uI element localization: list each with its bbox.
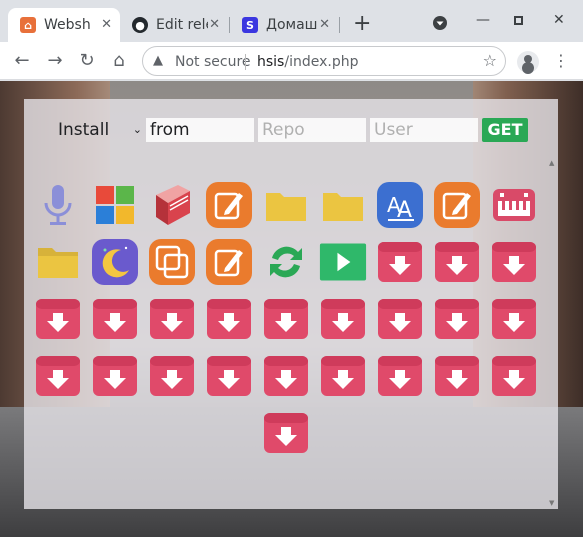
scroll-down-icon[interactable]: ▼ [549,499,554,507]
translate-app-icon[interactable]: AA [376,181,424,229]
download-app-icon[interactable] [91,295,139,343]
app-panel: Install ⌄ from Repo User GET AA ▲ ▼ [24,99,558,509]
microphone-app-icon[interactable] [34,181,82,229]
reload-icon[interactable]: ↻ [77,51,97,71]
s-favicon-icon: S [242,17,258,33]
night-mode-app-icon[interactable] [91,238,139,286]
chevron-down-icon: ⌄ [132,123,142,136]
download-app-icon[interactable] [205,295,253,343]
action-select[interactable]: Install ⌄ [54,118,146,142]
scroll-up-icon[interactable]: ▲ [549,159,554,167]
action-select-value: Install [58,120,110,140]
get-button[interactable]: GET [482,118,528,142]
sync-app-icon[interactable] [262,238,310,286]
windows-app-icon[interactable] [91,181,139,229]
download-app-icon[interactable] [490,238,538,286]
folder-app-icon[interactable] [34,238,82,286]
download-app-icon[interactable] [148,352,196,400]
omnibox-divider [245,54,246,70]
panel-scrollbar[interactable]: ▲ ▼ [547,99,558,509]
download-app-icon[interactable] [319,295,367,343]
download-app-icon[interactable] [376,238,424,286]
play-app-icon[interactable] [319,238,367,286]
maximize-icon[interactable] [514,16,523,25]
forward-icon[interactable]: → [45,51,65,71]
tab-title: Websh [44,17,91,33]
address-bar[interactable]: ▲ Not secure hsis/index.php ☆ [142,46,506,76]
close-window-icon[interactable]: ✕ [553,12,565,28]
home-icon[interactable]: ⌂ [109,51,129,71]
warning-icon[interactable]: ▲ [153,53,163,68]
download-app-icon[interactable] [262,352,310,400]
book-app-icon[interactable] [148,181,196,229]
download-app-icon[interactable] [148,295,196,343]
minimize-icon[interactable]: — [476,12,490,28]
download-app-icon[interactable] [319,352,367,400]
back-icon[interactable]: ← [12,51,32,71]
close-tab-icon[interactable]: ✕ [209,17,220,32]
tab-edit-release[interactable]: ● Edit rele ✕ [120,8,228,42]
piano-app-icon[interactable] [490,181,538,229]
editor-app-icon[interactable] [433,181,481,229]
user-input[interactable]: User [370,118,478,142]
more-menu-icon[interactable]: ⋮ [553,51,569,71]
tab-domash[interactable]: S Домаш ✕ [230,8,338,42]
editor-app-icon[interactable] [205,238,253,286]
editor-app-icon[interactable] [205,181,253,229]
download-app-icon[interactable] [205,352,253,400]
download-app-icon[interactable] [91,352,139,400]
close-tab-icon[interactable]: ✕ [101,17,112,32]
copy-app-icon[interactable] [148,238,196,286]
bookmark-star-icon[interactable]: ☆ [483,51,497,70]
tab-title: Домаш [266,17,318,33]
download-app-icon[interactable] [34,352,82,400]
close-tab-icon[interactable]: ✕ [319,17,330,32]
new-tab-icon[interactable]: + [353,12,371,36]
url-text[interactable]: hsis/index.php [257,54,358,70]
download-app-icon[interactable] [376,295,424,343]
profile-avatar-icon[interactable] [517,51,539,73]
tab-separator [339,17,340,33]
github-favicon-icon: ● [132,17,148,33]
tab-title: Edit rele [156,17,208,33]
tab-search-icon[interactable] [432,15,448,35]
download-app-icon[interactable] [490,352,538,400]
folder-app-icon[interactable] [319,181,367,229]
page-viewport: Install ⌄ from Repo User GET AA ▲ ▼ [0,81,583,537]
download-app-icon[interactable] [433,295,481,343]
download-app-icon[interactable] [376,352,424,400]
from-input[interactable]: from [146,118,254,142]
repo-input[interactable]: Repo [258,118,366,142]
websh-favicon-icon: ⌂ [20,17,36,33]
tab-websh[interactable]: ⌂ Websh ✕ [8,8,120,42]
download-app-icon[interactable] [262,409,310,457]
download-app-icon[interactable] [433,238,481,286]
tab-strip: ⌂ Websh ✕ ● Edit rele ✕ S Домаш ✕ + — ✕ [0,0,583,42]
download-app-icon[interactable] [433,352,481,400]
browser-toolbar: ← → ↻ ⌂ ▲ Not secure hsis/index.php ☆ ⋮ [0,42,583,80]
download-app-icon[interactable] [34,295,82,343]
download-app-icon[interactable] [262,295,310,343]
security-label[interactable]: Not secure [175,54,251,70]
download-app-icon[interactable] [490,295,538,343]
folder-app-icon[interactable] [262,181,310,229]
url-path: /index.php [284,54,359,70]
url-host: hsis [257,54,285,70]
